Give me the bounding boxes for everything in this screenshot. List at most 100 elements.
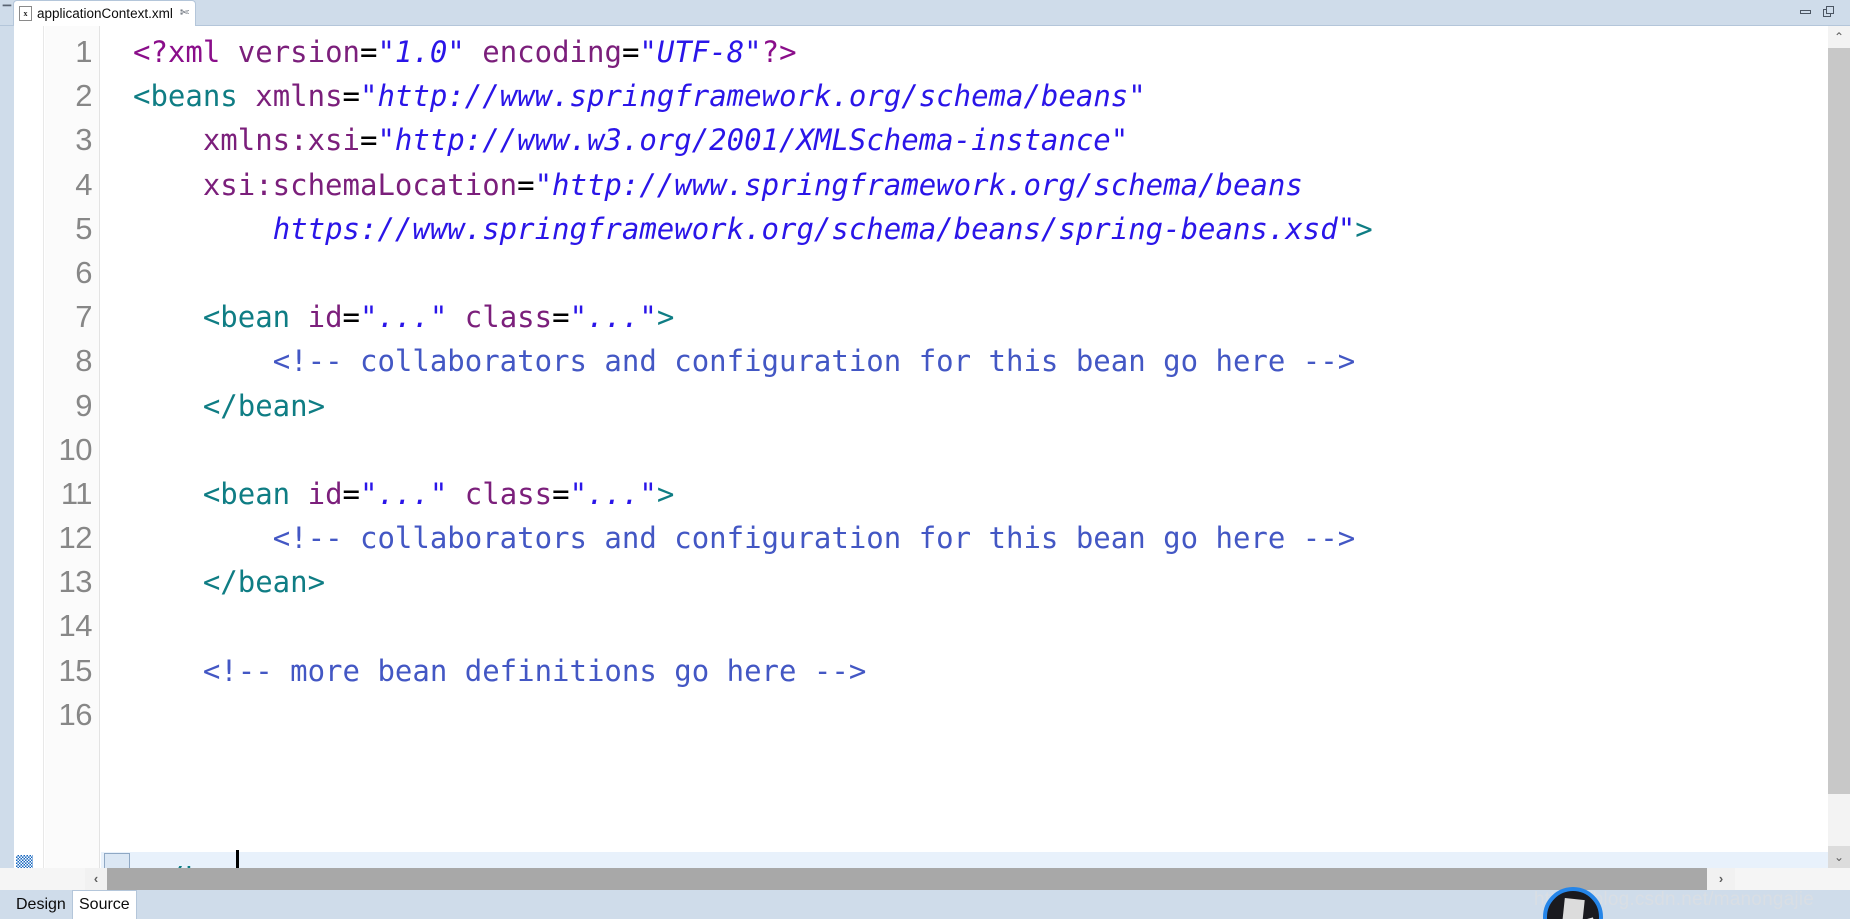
- code-line-text: <beans xmlns="http://www.springframework…: [133, 74, 1146, 118]
- annotation-marker-icon[interactable]: [16, 855, 33, 868]
- editor-body: 1 2 3 4 5 6 7 8 9 10 11 12 13 14 15 16 <?xml version="1…: [0, 26, 1850, 868]
- code-token: <beans: [133, 79, 238, 114]
- gutter-row: 9: [45, 384, 99, 428]
- code-row[interactable]: <bean id="..." class="...">: [133, 472, 1850, 516]
- code-token: class: [464, 300, 553, 335]
- code-row[interactable]: [133, 604, 1850, 648]
- code-row[interactable]: <beans xmlns="http://www.springframework…: [133, 74, 1850, 118]
- code-row[interactable]: [133, 428, 1850, 472]
- fold-row[interactable]: [101, 649, 133, 693]
- code-text-area[interactable]: <?xml version="1.0" encoding="UTF-8"?> <b…: [133, 26, 1850, 868]
- fold-row[interactable]: [101, 472, 133, 516]
- gutter-row: 11: [45, 472, 99, 516]
- fold-row[interactable]: [101, 560, 133, 604]
- code-line-text: https://www.springframework.org/schema/b…: [133, 207, 1373, 251]
- fold-row[interactable]: [101, 516, 133, 560]
- code-token: =: [342, 476, 361, 511]
- tab-source[interactable]: Source: [72, 890, 137, 919]
- code-line-text: </bean>: [133, 384, 325, 428]
- code-token: "...": [360, 476, 448, 511]
- code-token: =: [342, 79, 361, 114]
- gutter-row: 16: [45, 693, 99, 737]
- code-token: <!-- collaborators and configuration for…: [272, 344, 1356, 379]
- code-token: =: [552, 300, 570, 335]
- gutter-row: 3: [45, 118, 99, 162]
- fold-row[interactable]: [101, 118, 133, 162]
- code-line-text: </bean>: [133, 560, 325, 604]
- code-token: <!-- more bean definitions go here -->: [202, 653, 867, 688]
- file-xml-icon: x: [19, 6, 32, 21]
- eclipse-xml-editor-window: ▔ x applicationContext.xml ✄ 1 2 3 4 5 6 7 8 9 10…: [0, 0, 1850, 919]
- code-row[interactable]: <!-- collaborators and configuration for…: [133, 516, 1850, 560]
- gutter-row: 7: [45, 295, 99, 339]
- gutter-row: 13: [45, 560, 99, 604]
- fold-row[interactable]: [101, 295, 133, 339]
- code-line-text: <!-- collaborators and configuration for…: [133, 516, 1356, 560]
- code-line-text: <!-- more bean definitions go here -->: [133, 649, 866, 693]
- scroll-right-icon[interactable]: ›: [1707, 868, 1735, 890]
- minimize-button[interactable]: [1798, 4, 1814, 20]
- code-row[interactable]: https://www.springframework.org/schema/b…: [133, 207, 1850, 251]
- line-number: 6: [75, 254, 92, 290]
- fold-row[interactable]: [101, 604, 133, 648]
- text-caret: [236, 850, 239, 868]
- fold-row[interactable]: [101, 74, 133, 118]
- fold-row[interactable]: [101, 428, 133, 472]
- fold-row[interactable]: [101, 207, 133, 251]
- code-row[interactable]: xsi:schemaLocation="http://www.springfra…: [133, 163, 1850, 207]
- gutter-row: 15: [45, 649, 99, 693]
- code-row[interactable]: [133, 251, 1850, 295]
- fold-toggle-box[interactable]: [104, 853, 130, 868]
- code-row[interactable]: xmlns:xsi="http://www.w3.org/2001/XMLSch…: [133, 118, 1850, 162]
- code-row[interactable]: <!-- more bean definitions go here -->: [133, 649, 1850, 693]
- code-line-text: <!-- collaborators and configuration for…: [133, 339, 1356, 383]
- scroll-down-icon[interactable]: ⌄: [1828, 846, 1850, 868]
- fold-row[interactable]: [101, 251, 133, 295]
- code-row[interactable]: </bean>: [133, 384, 1850, 428]
- line-number: 8: [75, 343, 92, 379]
- code-token: >: [1355, 211, 1373, 246]
- tab-design[interactable]: Design: [10, 890, 72, 919]
- code-row[interactable]: </bean>: [133, 560, 1850, 604]
- line-number: 13: [58, 564, 93, 600]
- code-token: encoding: [482, 35, 622, 69]
- line-number-gutter: 1 2 3 4 5 6 7 8 9 10 11 12 13 14 15 16: [45, 26, 100, 868]
- code-row[interactable]: [133, 693, 1850, 737]
- tab-list-chevron-icon[interactable]: ▔: [2, 6, 12, 18]
- scroll-left-icon[interactable]: ‹: [85, 868, 107, 890]
- line-number: 2: [75, 78, 92, 114]
- tab-label: applicationContext.xml: [37, 6, 173, 21]
- code-row[interactable]: <!-- collaborators and configuration for…: [133, 339, 1850, 383]
- vertical-scroll-thumb[interactable]: [1828, 48, 1850, 794]
- code-row[interactable]: <?xml version="1.0" encoding="UTF-8"?>: [133, 30, 1850, 74]
- line-number: 11: [60, 475, 93, 511]
- vertical-scrollbar[interactable]: ⌃ ⌄: [1828, 26, 1850, 868]
- scroll-up-icon[interactable]: ⌃: [1828, 26, 1850, 48]
- code-token: version: [237, 35, 360, 69]
- gutter-row: 2: [45, 74, 99, 118]
- code-line-text: <bean id="..." class="...">: [133, 472, 675, 516]
- maximize-restore-button[interactable]: [1822, 4, 1838, 20]
- annotation-ruler[interactable]: [14, 26, 44, 868]
- fold-row[interactable]: [101, 30, 133, 74]
- code-row[interactable]: <bean id="..." class="...">: [133, 295, 1850, 339]
- code-folding-column[interactable]: [101, 26, 133, 868]
- gutter-row: 14: [45, 604, 99, 648]
- line-number: 5: [75, 210, 92, 246]
- fold-row[interactable]: [101, 693, 133, 737]
- tab-applicationcontext-xml[interactable]: x applicationContext.xml ✄: [13, 0, 197, 26]
- gutter-row: 12: [45, 516, 99, 560]
- fold-row[interactable]: [101, 163, 133, 207]
- close-icon[interactable]: ✄: [178, 8, 189, 19]
- fold-row[interactable]: [101, 384, 133, 428]
- fold-row[interactable]: [101, 339, 133, 383]
- horizontal-scroll-thumb[interactable]: [107, 868, 1707, 890]
- avatar-shirt-shape: [1561, 898, 1585, 919]
